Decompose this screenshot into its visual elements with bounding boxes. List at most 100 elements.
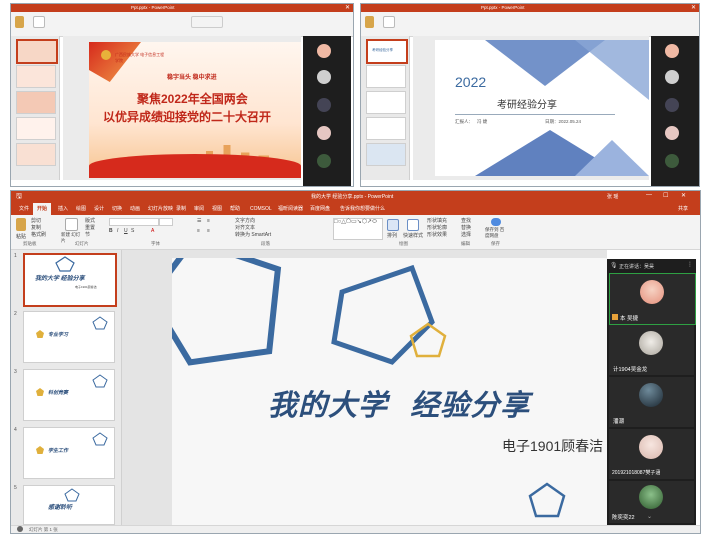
tab-foxit[interactable]: 福昕阅读器 [275, 203, 306, 215]
paste-button[interactable]: 粘贴 [16, 233, 26, 240]
slide-thumbnail[interactable] [366, 91, 406, 114]
tab-comsol[interactable]: COMSOL [247, 203, 275, 215]
strikethrough-button[interactable]: S [131, 228, 134, 234]
close-icon[interactable]: ✕ [691, 4, 696, 11]
shape-fill-button[interactable]: 形状填充 [427, 217, 447, 224]
chevron-down-icon[interactable]: ⌄ [647, 513, 652, 520]
slide-thumbnail-3[interactable]: 科创竞赛 [23, 369, 115, 421]
slide[interactable]: 广西民族大学 电子信息工程学院 稳字当头 稳中求进 聚焦2022年全国两会 以优… [89, 42, 301, 178]
slide-thumbnail-1[interactable]: 我的大学 经验分享 电子1901顾春洁 [23, 253, 117, 307]
logo-text: 广西民族大学 电子信息工程学院 [115, 52, 165, 63]
slide[interactable]: 我的大学 经验分享 电子1901顾春洁 [172, 258, 607, 525]
numbering-icon[interactable]: ≡ [207, 218, 210, 224]
paste-icon[interactable] [15, 16, 24, 28]
reset-button[interactable]: 重置 [85, 224, 95, 231]
divider [455, 114, 615, 115]
arrange-button[interactable]: 排列 [387, 232, 397, 239]
slide-thumbnail[interactable] [16, 39, 58, 64]
new-slide-icon[interactable] [33, 16, 45, 28]
tab-design[interactable]: 设计 [91, 203, 107, 215]
section-button[interactable]: 节 [85, 231, 90, 238]
tab-insert[interactable]: 插入 [55, 203, 71, 215]
share-button[interactable]: 共享 [675, 203, 691, 215]
italic-button[interactable]: I [117, 228, 118, 234]
participant-tile[interactable]: 计1904吴金龙 [609, 325, 694, 375]
font-color-button[interactable]: A [151, 228, 154, 234]
participant-tile[interactable]: 201921018087樊子涵 [609, 429, 694, 479]
slide-title: 考研经验分享 [497, 100, 557, 111]
slide-thumbnail[interactable] [366, 65, 406, 88]
participant-tile[interactable]: 本 吴捷 [609, 273, 696, 325]
slide[interactable]: 2022 考研经验分享 汇报人： 冯 婕 日期：2022.05.24 [435, 40, 649, 176]
cut-button[interactable]: 剪切 [31, 217, 41, 224]
font-name-box[interactable] [109, 218, 159, 226]
save-baidu-button[interactable]: 保存到 百度网盘 [485, 227, 507, 239]
screenshot-top-right: Ppt.pptx - PowerPoint ✕ 考研经验分享 2022 考研经验… [360, 3, 700, 187]
new-slide-icon[interactable] [65, 218, 78, 231]
align-left-icon[interactable]: ≡ [197, 228, 200, 234]
shapes-gallery[interactable]: □○△⬠▭↘⬡↗⬭ [333, 218, 383, 240]
quick-styles-button[interactable]: 快速样式 [403, 232, 423, 239]
font-size-box[interactable] [159, 218, 173, 226]
slide-date: 日期：2022.05.24 [545, 119, 582, 124]
replace-button[interactable]: 替换 [461, 224, 471, 231]
participant-tile[interactable]: 潘潮 [609, 377, 694, 427]
find-button[interactable]: 查找 [461, 217, 471, 224]
copy-button[interactable]: 复制 [31, 224, 41, 231]
align-center-icon[interactable]: ≡ [207, 228, 210, 234]
tab-review[interactable]: 审阅 [191, 203, 207, 215]
tab-home[interactable]: 开始 [33, 203, 52, 215]
paste-icon[interactable] [16, 218, 26, 231]
slide-thumbnail[interactable] [366, 117, 406, 140]
slide-thumbnail[interactable] [366, 143, 406, 166]
slide-thumbnail-2[interactable]: 专业学习 [23, 311, 115, 363]
bullets-icon[interactable]: ☰ [197, 218, 201, 224]
tell-me-search[interactable]: 告诉我你想要做什么 [337, 203, 388, 215]
slide-thumbnail[interactable] [16, 143, 56, 166]
bold-button[interactable]: B [109, 228, 113, 234]
tab-draw[interactable]: 绘图 [73, 203, 89, 215]
arrange-icon[interactable] [387, 219, 399, 231]
paste-icon[interactable] [365, 16, 374, 28]
slide-thumbnail-5[interactable]: 感谢聆听 [23, 485, 115, 525]
slide-thumbnail[interactable]: 考研经验分享 [366, 39, 408, 64]
slide-thumbnail-pane: 1 我的大学 经验分享 电子1901顾春洁 2 专业学习 3 科创竞赛 4 学生… [11, 250, 122, 525]
tab-view[interactable]: 视图 [209, 203, 225, 215]
accessibility-icon[interactable] [17, 526, 23, 532]
new-slide-icon[interactable] [383, 16, 395, 28]
shape-effects-button[interactable]: 形状效果 [427, 231, 447, 238]
shapes-icon[interactable] [191, 16, 223, 28]
slide-thumbnail-4[interactable]: 学生工作 [23, 427, 115, 479]
underline-button[interactable]: U [124, 228, 128, 234]
select-button[interactable]: 选择 [461, 231, 471, 238]
save-icon[interactable]: 🖫 [16, 192, 22, 203]
pentagon-decoration [92, 432, 108, 446]
quick-styles-icon[interactable] [407, 219, 419, 231]
minimize-icon[interactable]: — [646, 192, 652, 198]
baidu-cloud-icon[interactable] [491, 218, 501, 226]
tab-record[interactable]: 录制 [173, 203, 189, 215]
tab-file[interactable]: 文件 [16, 203, 32, 215]
participant-tile[interactable]: 陈奕奕22 ⌄ [609, 481, 694, 523]
tab-animations[interactable]: 动画 [127, 203, 143, 215]
tab-help[interactable]: 帮助 [227, 203, 243, 215]
more-icon[interactable]: ⋮ [687, 261, 693, 268]
shape-outline-button[interactable]: 形状轮廓 [427, 224, 447, 231]
tab-baidu[interactable]: 百度网盘 [307, 203, 333, 215]
tab-slideshow[interactable]: 幻灯片放映 [145, 203, 176, 215]
slide-thumbnail[interactable] [16, 117, 56, 140]
convert-smartart-button[interactable]: 转换为 SmartArt [235, 231, 271, 238]
align-text-button[interactable]: 对齐文本 [235, 224, 255, 231]
tab-transitions[interactable]: 切换 [109, 203, 125, 215]
text-direction-button[interactable]: 文字方向 [235, 217, 255, 224]
maximize-icon[interactable]: ☐ [663, 192, 668, 199]
slide-canvas: 广西民族大学 电子信息工程学院 稳字当头 稳中求进 聚焦2022年全国两会 以优… [63, 36, 301, 180]
close-icon[interactable]: ✕ [345, 4, 350, 11]
slide-thumbnail[interactable] [16, 65, 56, 88]
close-icon[interactable]: ✕ [681, 192, 686, 199]
layout-button[interactable]: 版式 [85, 217, 95, 224]
slide-thumbnail[interactable] [16, 91, 56, 114]
participant-name: 潘潮 [613, 419, 625, 425]
font-group-label: 字体 [151, 241, 160, 246]
format-painter-button[interactable]: 格式刷 [31, 231, 46, 238]
